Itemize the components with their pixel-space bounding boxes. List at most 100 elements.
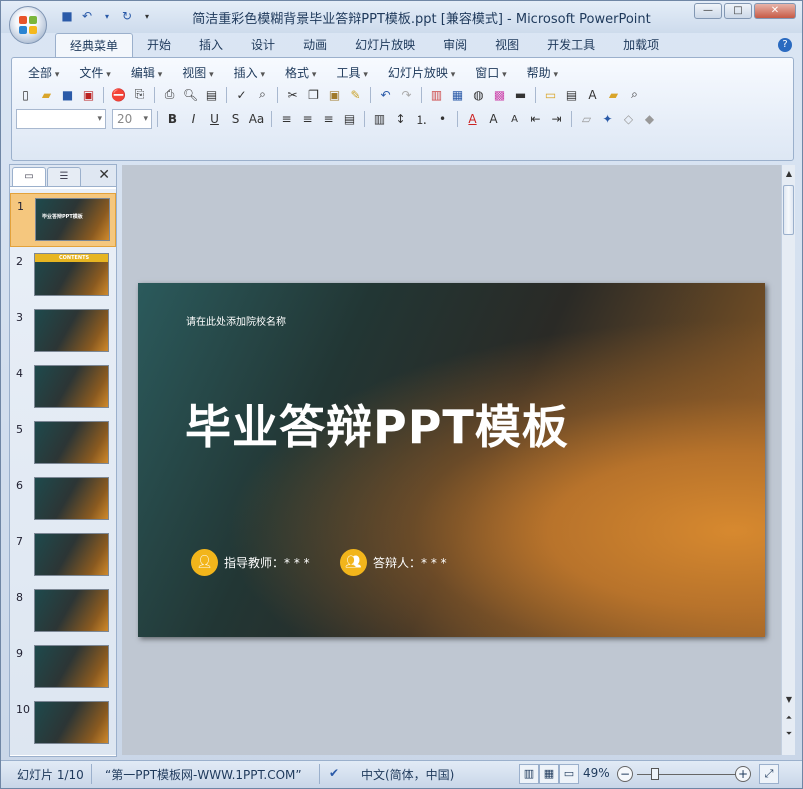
paste-icon[interactable]: ▣ <box>325 85 344 104</box>
tab-9[interactable]: 加载项 <box>609 33 673 57</box>
slide-thumbnail[interactable]: 4 <box>10 361 116 415</box>
undo-icon[interactable]: ↶ <box>79 8 95 24</box>
presenter-block[interactable]: 👥︎ 答辩人：* * * <box>340 549 447 576</box>
current-slide[interactable]: 请在此处添加院校名称 毕业答辩PPT模板 👤︎ 指导教师：* * * 👥︎ 答辩… <box>138 283 765 637</box>
change-case-button[interactable]: Aa <box>247 110 266 129</box>
bold-button[interactable]: B <box>163 110 182 129</box>
outline-tab[interactable]: ☰ <box>47 167 81 186</box>
tab-3[interactable]: 设计 <box>237 33 289 57</box>
spelling-icon[interactable]: ✓ <box>232 85 251 104</box>
menu-item-1[interactable]: 文件 <box>69 62 120 83</box>
picture-icon[interactable]: ▩ <box>490 85 509 104</box>
tab-7[interactable]: 视图 <box>481 33 533 57</box>
table-icon[interactable]: ▦ <box>448 85 467 104</box>
italic-button[interactable]: I <box>184 110 203 129</box>
slide-title[interactable]: 毕业答辩PPT模板 <box>185 391 569 457</box>
dropdown-icon[interactable]: ▾ <box>99 8 115 24</box>
scroll-down-icon[interactable]: ▼ <box>782 693 796 707</box>
print-preview-icon[interactable]: 🔍︎ <box>181 85 200 104</box>
slides-tab[interactable]: ▭ <box>12 167 46 186</box>
help-icon[interactable]: ? <box>778 38 792 52</box>
scroll-up-icon[interactable]: ▲ <box>782 167 796 181</box>
font-color-icon[interactable]: A <box>463 110 482 129</box>
slide-thumbnail[interactable]: 3 <box>10 305 116 359</box>
office-button[interactable] <box>9 6 47 44</box>
redo-icon[interactable]: ↷ <box>397 85 416 104</box>
zoom-slider-knob[interactable] <box>651 768 659 780</box>
tab-0[interactable]: 经典菜单 <box>55 33 134 57</box>
justify-icon[interactable]: ▤ <box>340 110 359 129</box>
menu-item-4[interactable]: 插入 <box>224 62 275 83</box>
slide-thumbnail[interactable]: 1 毕业答辩PPT模板 <box>10 193 116 247</box>
align-right-icon[interactable]: ≡ <box>319 110 338 129</box>
cut-icon[interactable]: ✂ <box>283 85 302 104</box>
save-icon[interactable]: ■ <box>59 8 75 24</box>
menu-item-2[interactable]: 编辑 <box>121 62 172 83</box>
zoom-in-icon[interactable]: + <box>735 766 751 782</box>
new-icon[interactable]: ▯ <box>16 85 35 104</box>
slide-thumbnail[interactable]: 7 <box>10 529 116 583</box>
format-painter-icon[interactable]: ✎ <box>346 85 365 104</box>
underline-button[interactable]: U <box>205 110 224 129</box>
menu-item-0[interactable]: 全部 <box>18 62 69 83</box>
numbering-icon[interactable]: ⒈ <box>412 110 431 129</box>
redo-icon[interactable]: ↻ <box>119 8 135 24</box>
copy-icon[interactable]: ❐ <box>304 85 323 104</box>
save-icon[interactable]: ■ <box>58 85 77 104</box>
decrease-indent-icon[interactable]: ⇤ <box>526 110 545 129</box>
align-center-icon[interactable]: ≡ <box>298 110 317 129</box>
tab-4[interactable]: 动画 <box>289 33 341 57</box>
menu-item-7[interactable]: 幻灯片放映 <box>378 62 465 83</box>
maximize-button[interactable]: □ <box>724 3 752 19</box>
menu-item-5[interactable]: 格式 <box>275 62 326 83</box>
slide-sorter-icon[interactable]: ▦ <box>539 764 559 784</box>
menu-item-3[interactable]: 视图 <box>172 62 223 83</box>
zoom-icon[interactable]: ⌕ <box>625 85 644 104</box>
slide-thumbnail[interactable]: 9 <box>10 641 116 695</box>
slide-thumbnail[interactable]: 8 <box>10 585 116 639</box>
close-pane-icon[interactable]: ✕ <box>98 167 110 183</box>
slide-design-icon[interactable]: ▱ <box>577 110 596 129</box>
font-family-select[interactable] <box>16 109 106 129</box>
slide-thumbnail[interactable]: 2 CONTENTS <box>10 249 116 303</box>
save-as-pdf-icon[interactable]: ▣ <box>79 85 98 104</box>
layout-icon[interactable]: ▤ <box>202 85 221 104</box>
minimize-button[interactable]: — <box>694 3 722 19</box>
clipart-icon[interactable]: ◍ <box>469 85 488 104</box>
undo-icon[interactable]: ↶ <box>376 85 395 104</box>
fit-to-window-icon[interactable]: ⤢ <box>759 764 779 784</box>
previous-slide-icon[interactable]: ⏶ <box>782 711 796 725</box>
slide-thumbnail[interactable]: 10 <box>10 697 116 751</box>
next-slide-icon[interactable]: ⏷ <box>782 727 796 741</box>
zoom-out-icon[interactable]: − <box>617 766 633 782</box>
vertical-scrollbar[interactable]: ▲ ▼ ⏶ ⏷ <box>781 165 795 755</box>
scroll-thumb[interactable] <box>783 185 794 235</box>
folder-icon[interactable]: ▰ <box>604 85 623 104</box>
spell-check-icon[interactable]: ✔ <box>329 766 339 780</box>
normal-view-icon[interactable]: ▥ <box>519 764 539 784</box>
color-grayscale-icon[interactable]: ▬ <box>511 85 530 104</box>
school-name-placeholder[interactable]: 请在此处添加院校名称 <box>186 313 286 328</box>
tab-2[interactable]: 插入 <box>185 33 237 57</box>
advisor-block[interactable]: 👤︎ 指导教师：* * * <box>191 549 310 576</box>
slide-show-icon[interactable]: ▭ <box>559 764 579 784</box>
open-icon[interactable]: ▰ <box>37 85 56 104</box>
bullets-icon[interactable]: • <box>433 110 452 129</box>
fill-icon[interactable]: ◆ <box>640 110 659 129</box>
menu-item-8[interactable]: 窗口 <box>465 62 516 83</box>
language-indicator[interactable]: 中文(简体，中国) <box>361 766 454 783</box>
close-button[interactable]: ✕ <box>754 3 796 19</box>
tab-6[interactable]: 审阅 <box>429 33 481 57</box>
new-slide-icon[interactable]: ▭ <box>541 85 560 104</box>
increase-indent-icon[interactable]: ⇥ <box>547 110 566 129</box>
line-spacing-icon[interactable]: ↕ <box>391 110 410 129</box>
shadow-button[interactable]: S <box>226 110 245 129</box>
textbox-icon[interactable]: A <box>583 85 602 104</box>
print-icon[interactable]: ⎙ <box>160 85 179 104</box>
menu-item-9[interactable]: 帮助 <box>517 62 568 83</box>
tab-5[interactable]: 幻灯片放映 <box>341 33 429 57</box>
columns-icon[interactable]: ▥ <box>370 110 389 129</box>
research-icon[interactable]: ⌕ <box>253 85 272 104</box>
grow-font-icon[interactable]: A <box>484 110 503 129</box>
font-size-select[interactable]: 20 <box>112 109 152 129</box>
